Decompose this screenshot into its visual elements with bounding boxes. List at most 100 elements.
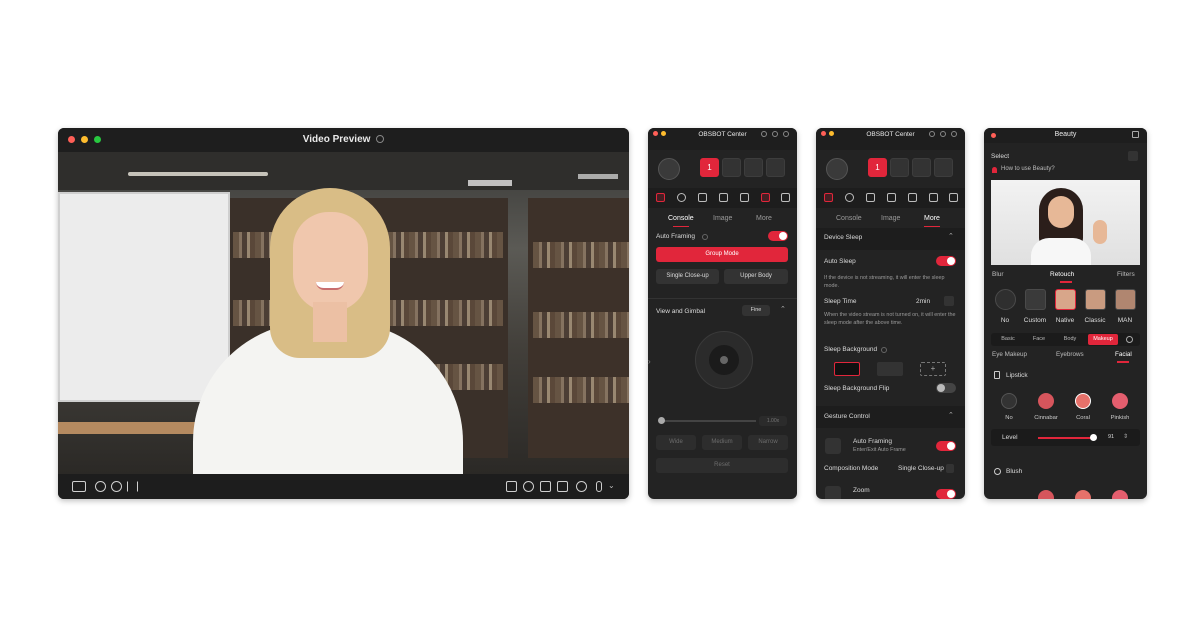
camera-icon[interactable] (824, 193, 833, 202)
settings-icon[interactable] (940, 131, 946, 137)
sleep-bg-logo[interactable] (877, 362, 903, 376)
wide-button[interactable]: Wide (656, 435, 696, 450)
narrow-button[interactable]: Narrow (748, 435, 788, 450)
slot-1[interactable]: 1 (700, 158, 719, 177)
camera-icon[interactable] (540, 481, 551, 492)
segment-makeup[interactable]: Makeup (1088, 334, 1118, 345)
record-icon[interactable] (719, 193, 728, 202)
avatar[interactable] (826, 158, 848, 180)
help-icon[interactable] (702, 234, 708, 240)
blush-swatch-1[interactable] (1038, 490, 1054, 499)
help-link[interactable]: How to use Beauty? (1001, 166, 1055, 174)
zoom-slider[interactable] (658, 417, 756, 424)
chevron-up-icon[interactable]: ⌃ (948, 232, 954, 240)
tab-console[interactable]: Console (668, 215, 694, 227)
tag-icon[interactable] (698, 193, 707, 202)
export-icon[interactable] (949, 193, 958, 202)
collapse-icon[interactable] (1128, 151, 1138, 161)
slot-2[interactable] (890, 158, 909, 177)
no-icon[interactable] (1001, 393, 1017, 409)
composition-dropdown[interactable] (946, 464, 954, 473)
tab-more[interactable]: More (923, 215, 940, 227)
tab-more[interactable]: More (756, 215, 772, 222)
auto-framing-toggle[interactable] (768, 231, 788, 241)
subtab-facial[interactable]: Facial (1115, 351, 1132, 358)
power-icon[interactable] (677, 193, 686, 202)
cinnabar-swatch[interactable] (1038, 393, 1054, 409)
info-icon[interactable] (951, 131, 957, 137)
chevron-up-icon[interactable]: ⌃ (780, 305, 786, 313)
export-icon[interactable] (781, 193, 790, 202)
man-thumb[interactable] (1115, 289, 1136, 310)
refresh-icon[interactable] (576, 481, 587, 492)
single-closeup-button[interactable]: Single Close-up (656, 269, 719, 284)
person-icon[interactable] (761, 193, 770, 202)
level-value[interactable]: 91 (1108, 434, 1114, 440)
upper-body-button[interactable]: Upper Body (724, 269, 788, 284)
segment-basic[interactable]: Basic (996, 334, 1020, 345)
ai-icon[interactable] (908, 193, 917, 202)
settings-icon[interactable] (772, 131, 778, 137)
plus-icon[interactable]: + (920, 362, 946, 376)
tab-blur[interactable]: Blur (992, 271, 1004, 278)
sidebar-icon[interactable] (1132, 131, 1139, 138)
slot-2[interactable] (722, 158, 741, 177)
gimbal-joystick[interactable] (695, 331, 753, 389)
slot-3[interactable] (744, 158, 763, 177)
record-icon[interactable] (887, 193, 896, 202)
level-slider[interactable] (1038, 434, 1097, 441)
auto-sleep-toggle[interactable] (936, 256, 956, 266)
slot-3[interactable] (912, 158, 931, 177)
ai-icon[interactable] (740, 193, 749, 202)
sleep-time-value[interactable]: 2min (916, 298, 930, 305)
help-icon[interactable] (929, 131, 935, 137)
stepper-icon[interactable]: ⇕ (1123, 433, 1128, 440)
power-icon[interactable] (845, 193, 854, 202)
tab-filters[interactable]: Filters (1117, 271, 1135, 278)
sleep-time-dropdown[interactable] (944, 296, 954, 306)
segment-body[interactable]: Body (1058, 334, 1082, 345)
group-mode-button[interactable]: Group Mode (656, 247, 788, 262)
slot-1[interactable]: 1 (868, 158, 887, 177)
slot-4[interactable] (934, 158, 953, 177)
chevron-up-icon[interactable]: ⌃ (948, 411, 954, 419)
zoom-value[interactable]: 1.00x (759, 416, 787, 426)
blush-swatch-3[interactable] (1112, 490, 1128, 499)
segment-face[interactable]: Face (1027, 334, 1051, 345)
fine-button[interactable]: Fine (742, 305, 770, 316)
tab-image[interactable]: Image (713, 215, 732, 222)
tag-icon[interactable] (866, 193, 875, 202)
avatar[interactable] (658, 158, 680, 180)
native-thumb[interactable] (1055, 289, 1076, 310)
tiny-icon[interactable] (72, 481, 86, 492)
zoom-toggle[interactable] (936, 489, 956, 499)
question-circle-icon[interactable] (376, 135, 385, 143)
tab-retouch[interactable]: Retouch (1050, 271, 1074, 278)
person-icon[interactable] (929, 193, 938, 202)
no-icon[interactable] (995, 289, 1016, 310)
sleep-bg-flip-toggle[interactable] (936, 383, 956, 393)
subtab-eye-makeup[interactable]: Eye Makeup (992, 351, 1027, 358)
sleep-bg-black[interactable] (834, 362, 860, 376)
chevron-right-icon[interactable]: › (648, 357, 651, 366)
coral-swatch[interactable] (1075, 393, 1091, 409)
mic-icon[interactable] (596, 481, 602, 492)
custom-icon[interactable] (1025, 289, 1046, 310)
focus-back-icon[interactable] (95, 481, 106, 492)
chevron-down-icon[interactable]: ⌄ (608, 481, 615, 490)
classic-thumb[interactable] (1085, 289, 1106, 310)
pin-icon[interactable] (523, 481, 534, 492)
subtab-eyebrows[interactable]: Eyebrows (1056, 351, 1084, 358)
help-icon[interactable] (761, 131, 767, 137)
help-icon[interactable] (881, 347, 887, 353)
window-icon[interactable] (506, 481, 517, 492)
tab-console[interactable]: Console (836, 215, 862, 222)
focus-forward-icon[interactable] (111, 481, 122, 492)
composition-mode-value[interactable]: Single Close-up (898, 465, 944, 472)
gc-auto-framing-toggle[interactable] (936, 441, 956, 451)
reset-button[interactable]: Reset (656, 458, 788, 473)
reset-icon[interactable] (1126, 336, 1133, 343)
medium-button[interactable]: Medium (702, 435, 742, 450)
mirror-icon[interactable] (127, 481, 138, 492)
info-icon[interactable] (783, 131, 789, 137)
